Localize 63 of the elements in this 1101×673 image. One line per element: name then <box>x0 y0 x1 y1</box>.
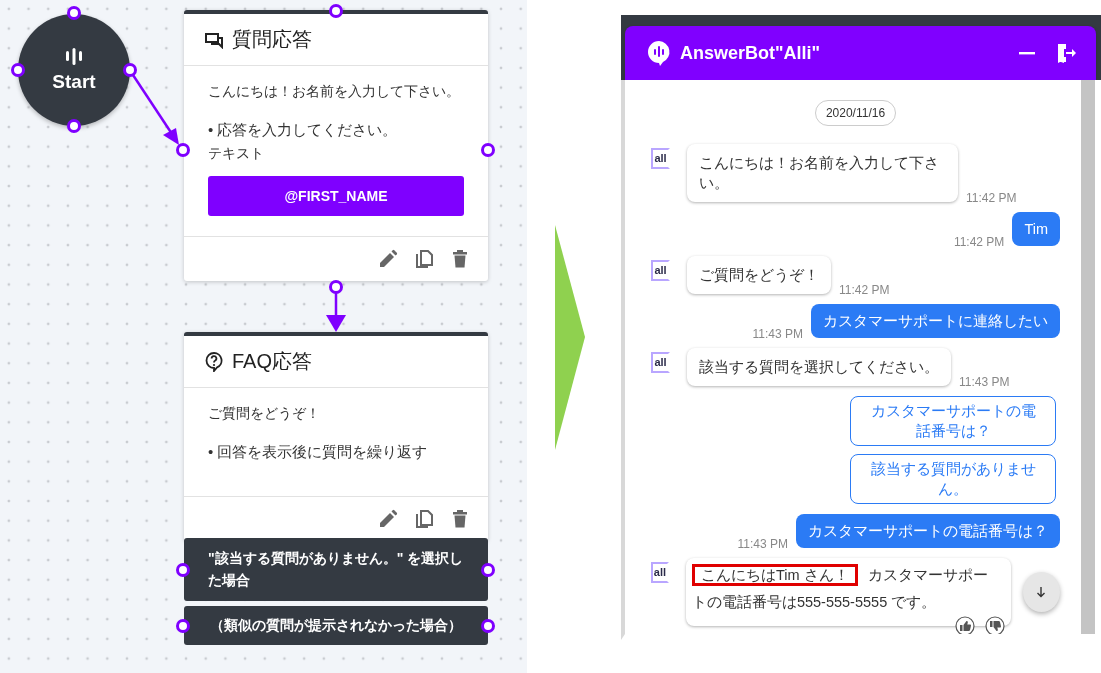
bot-avatar: all <box>651 562 669 583</box>
timestamp: 11:42 PM <box>953 235 1005 249</box>
connection-handle[interactable] <box>176 143 190 157</box>
connection-handle[interactable] <box>481 563 495 577</box>
trash-icon[interactable] <box>450 249 470 269</box>
condition-label[interactable]: "該当する質問がありません。" を選択した場合 <box>184 538 488 601</box>
copy-icon[interactable] <box>414 249 434 269</box>
start-node[interactable]: Start <box>18 14 130 126</box>
trash-icon[interactable] <box>450 509 470 529</box>
start-label: Start <box>52 70 96 93</box>
chat-icon <box>204 30 224 49</box>
timestamp: 11:42 PM <box>839 283 890 297</box>
node-option-text: • 応答を入力してください。 <box>208 120 399 140</box>
timestamp: 11:42 PM <box>966 191 1017 205</box>
option-button[interactable]: カスタマーサポートの電話番号は？ <box>850 396 1056 446</box>
bot-avatar: all <box>651 260 670 281</box>
variable-button[interactable]: @FIRST_NAME <box>208 176 464 216</box>
node-message: こんにちは！お名前を入力して下さい。 <box>208 82 461 100</box>
bot-avatar: all <box>651 148 670 169</box>
node-title: FAQ応答 <box>232 349 312 374</box>
condition-label[interactable]: （類似の質問が提示されなかった場合） <box>184 606 488 645</box>
message-bubble: ご質問をどうぞ！ <box>687 256 831 294</box>
message-text: こんにちはTim さん！ カスタマーサポートの電話番号は555-555-5555 です。 <box>691 562 1001 616</box>
chat-title: AnswerBot"Alli" <box>680 42 821 64</box>
thumbs-down-icon[interactable] <box>984 616 1005 634</box>
connection-handle[interactable] <box>481 619 495 633</box>
connection-handle[interactable] <box>481 143 495 157</box>
exit-icon[interactable] <box>1056 43 1076 63</box>
edit-icon[interactable] <box>378 249 398 269</box>
timestamp: 11:43 PM <box>737 537 788 551</box>
thumbs-up-icon[interactable] <box>954 616 975 634</box>
timestamp: 11:43 PM <box>752 327 803 341</box>
node-message: ご質問をどうぞ！ <box>208 404 321 422</box>
connection-handle[interactable] <box>176 619 190 633</box>
node-card[interactable]: 質問応答 こんにちは！お名前を入力して下さい。 • 応答を入力してください。 テキスト @FIRST_NAME <box>184 10 488 281</box>
connection-handle[interactable] <box>67 119 81 133</box>
message-bubble: カスタマーサポートの電話番号は？ <box>796 514 1060 548</box>
timestamp: 11:43 PM <box>959 375 1010 389</box>
connection-handle[interactable] <box>123 63 137 77</box>
node-card[interactable]: FAQ応答 ご質問をどうぞ！ • 回答を表示後に質問を繰り返す <box>184 332 488 541</box>
node-title: 質問応答 <box>232 27 312 52</box>
connection-handle[interactable] <box>176 563 190 577</box>
node-option-text: • 回答を表示後に質問を繰り返す <box>208 442 429 462</box>
connection-handle[interactable] <box>329 4 343 18</box>
arrow-icon <box>555 225 585 450</box>
message-bubble: 該当する質問を選択してください。 <box>687 348 951 386</box>
connection-handle[interactable] <box>67 6 81 20</box>
connection-handle[interactable] <box>11 63 25 77</box>
copy-icon[interactable] <box>414 509 434 529</box>
message-bubble: Tim <box>1012 212 1060 246</box>
arrow-down-icon <box>1035 586 1048 598</box>
option-button[interactable]: 該当する質問がありません。 <box>850 454 1056 504</box>
connector-arrow <box>131 74 179 145</box>
connector-arrow <box>326 292 346 332</box>
message-bubble: こんにちは！お名前を入力して下さい。 <box>687 144 958 202</box>
bars-icon <box>65 47 83 65</box>
question-icon <box>204 351 224 372</box>
bot-avatar: all <box>651 352 670 373</box>
edit-icon[interactable] <box>378 509 398 529</box>
message-bubble: カスタマーサポートに連絡したい <box>811 304 1060 338</box>
field-label: テキスト <box>208 144 265 162</box>
chat-bubble-icon <box>647 40 671 66</box>
connection-handle[interactable] <box>329 280 343 294</box>
